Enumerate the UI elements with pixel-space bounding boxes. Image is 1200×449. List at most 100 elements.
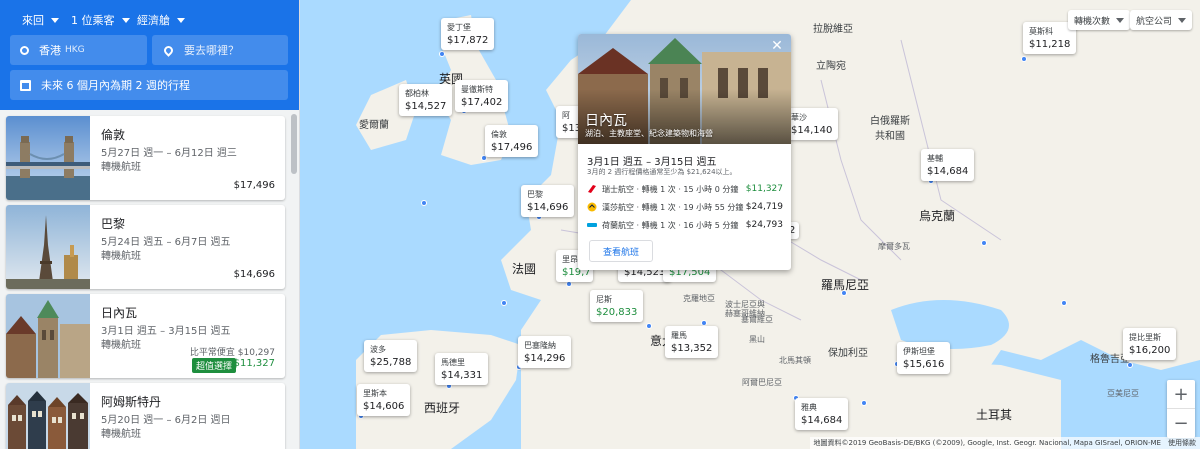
airport-dot[interactable]: [1061, 300, 1067, 306]
airport-dot[interactable]: [439, 51, 445, 57]
search-header: 來回 1 位乘客 經濟艙 香港 HKG 要去哪裡？ 未來 6 個月內為期 2 週…: [0, 0, 299, 110]
price-label-tbilisi[interactable]: 提比里斯 $16,200: [1123, 328, 1177, 360]
price-label-city: 巴塞隆納: [524, 341, 556, 350]
country-label: 波士尼亞與赫塞哥維納: [725, 300, 765, 318]
price-label-city: 倫敦: [491, 130, 507, 139]
airport-dot[interactable]: [1021, 56, 1027, 62]
destination-popup[interactable]: ✕ 日內瓦 湖泊、主教座堂、紀念建築物和海營 3月1日 週五 – 3月15日 週…: [578, 34, 791, 270]
country-label: 法國: [512, 262, 537, 276]
popup-dates: 3月1日 週五 – 3月15日 週五: [587, 157, 717, 168]
price-label-porto[interactable]: 波多 $25,788: [364, 340, 418, 372]
date-range-input[interactable]: 未來 6 個月內為期 2 週的行程: [10, 70, 288, 100]
passengers-label: 1 位乘客: [71, 14, 115, 27]
country-label: 亞美尼亞: [1107, 389, 1139, 398]
price-label-manchester[interactable]: 曼徹斯特 $17,402: [455, 80, 509, 112]
view-flights-button[interactable]: 查看航班: [589, 240, 653, 262]
result-flight-type: 轉機航班: [101, 162, 141, 173]
country-label: 摩爾多瓦: [878, 242, 910, 251]
result-card-amsterdam[interactable]: 阿姆斯特丹 5月20日 週一 – 6月2日 週日 轉機航班: [6, 383, 285, 449]
flight-option-price: $24,719: [745, 202, 783, 212]
result-card-london[interactable]: 倫敦 5月27日 週一 – 6月12日 週三 轉機航班 $17,496: [6, 116, 285, 200]
origin-icon: [20, 45, 29, 55]
flight-option[interactable]: 瑞士航空 · 轉機 1 次 · 15 小時 0 分鐘 $11,327: [587, 182, 783, 196]
result-price: $17,496: [233, 180, 275, 191]
airport-dot[interactable]: [861, 400, 867, 406]
price-label-dublin[interactable]: 都柏林 $14,527: [399, 84, 453, 116]
flight-option[interactable]: 荷蘭航空 · 轉機 1 次 · 16 小時 5 分鐘 $24,793: [587, 218, 783, 232]
country-label: 愛爾蘭: [359, 120, 389, 131]
country-label: 克羅地亞: [683, 294, 715, 303]
airport-dot[interactable]: [421, 200, 427, 206]
map-attribution: 地圖資料©2019 GeoBasis-DE/BKG (©2009), Googl…: [809, 437, 1200, 449]
price-label-city: 曼徹斯特: [461, 85, 493, 94]
chevron-down-icon: [51, 17, 59, 23]
passengers-dropdown[interactable]: 1 位乘客: [71, 12, 130, 28]
price-label-price: $14,296: [524, 353, 566, 364]
result-flight-type: 轉機航班: [101, 340, 141, 351]
result-dates: 5月27日 週一 – 6月12日 週三: [101, 148, 237, 159]
close-icon[interactable]: ✕: [769, 38, 785, 54]
airlines-filter-button[interactable]: 航空公司: [1130, 10, 1193, 30]
result-flight-type: 轉機航班: [101, 429, 141, 440]
destination-input[interactable]: 要去哪裡？: [152, 35, 288, 65]
country-label: 黑山: [749, 335, 765, 344]
price-label-barcelona[interactable]: 巴塞隆納 $14,296: [518, 336, 572, 368]
paris-photo: [6, 205, 90, 289]
result-card-paris[interactable]: 巴黎 5月24日 週五 – 6月7日 週五 轉機航班 $14,696: [6, 205, 285, 289]
calendar-icon: [20, 79, 31, 91]
price-label-price: $14,140: [791, 125, 833, 136]
geneva-photo: [6, 294, 90, 378]
airport-dot[interactable]: [1127, 362, 1133, 368]
price-label-city: 雅典: [801, 403, 817, 412]
price-label-kyiv[interactable]: 基輔 $14,684: [921, 149, 975, 181]
airport-dot[interactable]: [501, 300, 507, 306]
popup-price-note: 3月的 2 週行程價格通常至少為 $21,624以上。: [587, 168, 737, 176]
price-label-lisbon[interactable]: 里斯本 $14,606: [357, 384, 411, 416]
price-label-price: $25,788: [370, 357, 412, 368]
price-label-athens[interactable]: 雅典 $14,684: [795, 398, 849, 430]
destination-placeholder: 要去哪裡？: [184, 44, 239, 57]
price-label-city: 馬德里: [441, 358, 465, 367]
price-label-city: 莫斯科: [1029, 27, 1053, 36]
zoom-out-button[interactable]: −: [1167, 409, 1195, 438]
price-label-london[interactable]: 倫敦 $17,496: [485, 125, 539, 157]
results-list[interactable]: 倫敦 5月27日 週一 – 6月12日 週三 轉機航班 $17,496 巴黎 5…: [0, 110, 299, 449]
airlines-filter-label: 航空公司: [1136, 16, 1173, 27]
result-city: 巴黎: [101, 217, 126, 231]
price-label-price: $17,496: [491, 142, 533, 153]
chevron-down-icon: [121, 17, 130, 23]
price-label-edinburgh[interactable]: 愛丁堡 $17,872: [441, 18, 495, 50]
result-card-geneva[interactable]: 日內瓦 3月1日 週五 – 3月15日 週五 轉機航班 比平常便宜 $10,29…: [6, 294, 285, 378]
airport-dot[interactable]: [646, 323, 652, 329]
date-range-value: 未來 6 個月內為期 2 週的行程: [41, 79, 190, 92]
country-label: 西班牙: [424, 401, 461, 415]
zoom-in-button[interactable]: +: [1167, 380, 1195, 409]
price-label-istanbul[interactable]: 伊斯坦堡 $15,616: [897, 342, 951, 374]
price-label-madrid[interactable]: 馬德里 $14,331: [435, 353, 489, 385]
stops-filter-button[interactable]: 轉機次數: [1068, 10, 1131, 30]
result-dates: 5月20日 週一 – 6月2日 週日: [101, 415, 231, 426]
price-label-city: 伊斯坦堡: [903, 347, 935, 356]
chevron-down-icon: [177, 17, 185, 23]
price-label-warsaw[interactable]: 華沙 $14,140: [785, 108, 839, 140]
price-label-paris[interactable]: 巴黎 $14,696: [521, 185, 575, 217]
airport-dot[interactable]: [981, 240, 987, 246]
flight-option[interactable]: 漢莎航空 · 轉機 1 次 · 19 小時 55 分鐘 $24,719: [587, 200, 783, 214]
trip-type-dropdown[interactable]: 來回: [22, 12, 59, 28]
cabin-label: 經濟艙: [137, 14, 170, 27]
origin-value: 香港: [39, 44, 61, 57]
popup-title: 日內瓦: [585, 113, 627, 129]
chevron-down-icon: [1178, 17, 1187, 23]
flight-option-price: $11,327: [745, 184, 783, 194]
result-city: 阿姆斯特丹: [101, 395, 162, 409]
price-label-rome[interactable]: 羅馬 $13,352: [665, 326, 719, 358]
price-label-price: $15,616: [903, 359, 945, 370]
results-scrollbar[interactable]: [291, 114, 297, 174]
cabin-dropdown[interactable]: 經濟艙: [137, 12, 185, 28]
airport-dot[interactable]: [841, 290, 847, 296]
origin-input[interactable]: 香港 HKG: [10, 35, 147, 65]
price-label-price: $14,527: [405, 101, 447, 112]
price-label-nice[interactable]: 尼斯 $20,833: [590, 290, 644, 322]
popup-subtitle: 湖泊、主教座堂、紀念建築物和海營: [585, 129, 713, 138]
swiss-airline-logo-icon: [587, 184, 597, 194]
